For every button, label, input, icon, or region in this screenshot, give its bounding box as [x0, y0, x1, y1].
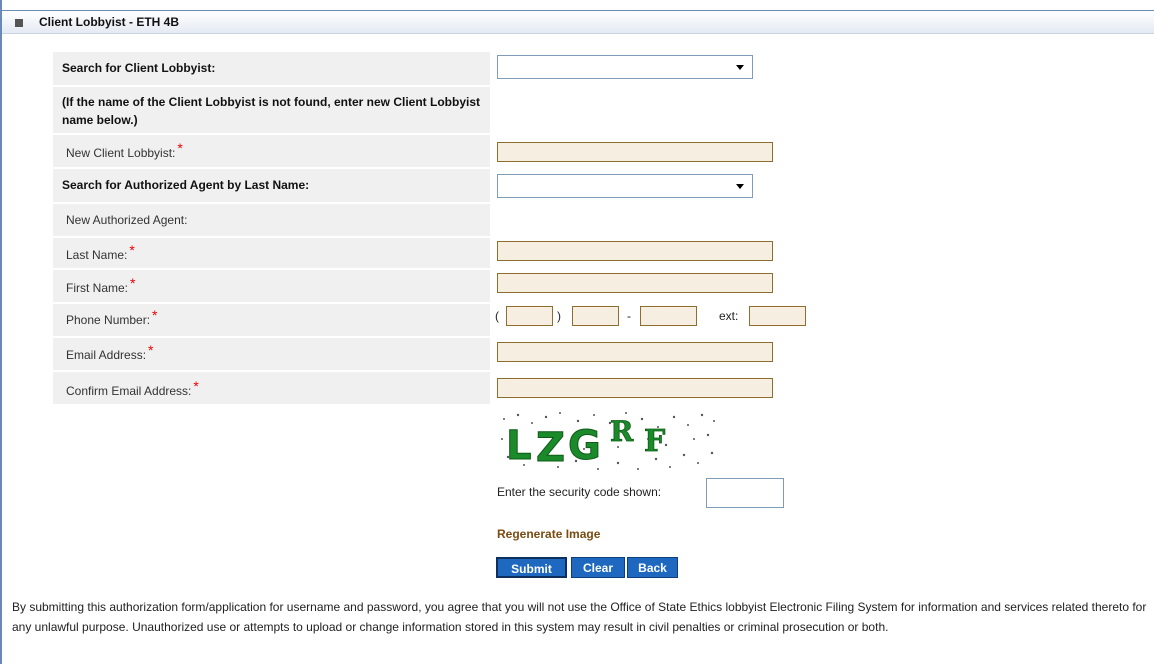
phone-dash: - — [627, 309, 631, 323]
security-code-prompt: Enter the security code shown: — [497, 485, 662, 499]
required-asterisk: * — [193, 378, 199, 394]
svg-text:R: R — [610, 415, 634, 448]
required-asterisk: * — [148, 342, 154, 358]
confirm-email-input[interactable] — [497, 378, 773, 398]
new-client-label: New Client Lobbyist: * — [66, 140, 183, 160]
search-agent-label-cell: Search for Authorized Agent by Last Name… — [53, 169, 490, 202]
email-input[interactable] — [497, 342, 773, 362]
last-name-input[interactable] — [497, 241, 773, 261]
first-name-input[interactable] — [497, 273, 773, 293]
search-agent-label: Search for Authorized Agent by Last Name… — [62, 178, 310, 192]
phone-label: Phone Number: * — [66, 307, 158, 327]
phone-ext-input[interactable] — [749, 306, 806, 326]
phone-open-paren: ( — [495, 309, 499, 323]
svg-text:Z: Z — [536, 425, 565, 471]
svg-text:F: F — [644, 424, 665, 459]
phone-close-paren: ) — [557, 309, 561, 323]
search-agent-select[interactable] — [497, 174, 753, 198]
chevron-down-icon — [736, 184, 744, 189]
required-asterisk: * — [129, 242, 135, 258]
email-label-cell: Email Address: * — [53, 338, 490, 370]
svg-text:L: L — [506, 423, 532, 469]
search-client-label-cell: Search for Client Lobbyist: — [53, 52, 490, 85]
section-header: Client Lobbyist - ETH 4B — [2, 10, 1154, 34]
captcha-image: L Z G R F — [498, 409, 722, 475]
phone-line-input[interactable] — [640, 306, 697, 326]
submit-button[interactable]: Submit — [496, 557, 567, 578]
required-asterisk: * — [177, 140, 183, 156]
first-name-label-cell: First Name: * — [53, 270, 490, 302]
phone-prefix-input[interactable] — [572, 306, 619, 326]
legal-notice: By submitting this authorization form/ap… — [12, 600, 1147, 634]
svg-text:G: G — [568, 423, 601, 469]
new-agent-label-cell: New Authorized Agent: — [53, 204, 490, 236]
back-button[interactable]: Back — [627, 557, 678, 578]
not-found-note: (If the name of the Client Lobbyist is n… — [62, 95, 481, 127]
chevron-down-icon — [736, 65, 744, 70]
bullet-square-icon — [15, 19, 23, 27]
last-name-label: Last Name: * — [66, 242, 135, 262]
search-client-select[interactable] — [497, 55, 753, 79]
regenerate-image-link[interactable]: Regenerate Image — [497, 527, 600, 541]
not-found-note-cell: (If the name of the Client Lobbyist is n… — [53, 87, 490, 133]
email-label: Email Address: * — [66, 342, 154, 362]
section-title: Client Lobbyist - ETH 4B — [39, 15, 180, 29]
new-client-input[interactable] — [497, 142, 773, 162]
confirm-email-label-cell: Confirm Email Address: * — [53, 372, 490, 404]
confirm-email-label: Confirm Email Address: * — [66, 378, 199, 398]
last-name-label-cell: Last Name: * — [53, 238, 490, 268]
new-agent-label: New Authorized Agent: — [66, 213, 188, 227]
required-asterisk: * — [130, 275, 136, 291]
search-client-label: Search for Client Lobbyist: — [62, 61, 216, 75]
phone-area-code-input[interactable] — [506, 306, 553, 326]
first-name-label: First Name: * — [66, 275, 136, 295]
security-code-input[interactable] — [706, 478, 784, 508]
new-client-label-cell: New Client Lobbyist: * — [53, 135, 490, 167]
phone-label-cell: Phone Number: * — [53, 304, 490, 336]
required-asterisk: * — [152, 307, 158, 323]
phone-field-group: ( ) - ext: — [495, 306, 815, 328]
phone-ext-label: ext: — [719, 309, 739, 323]
clear-button[interactable]: Clear — [571, 557, 625, 578]
